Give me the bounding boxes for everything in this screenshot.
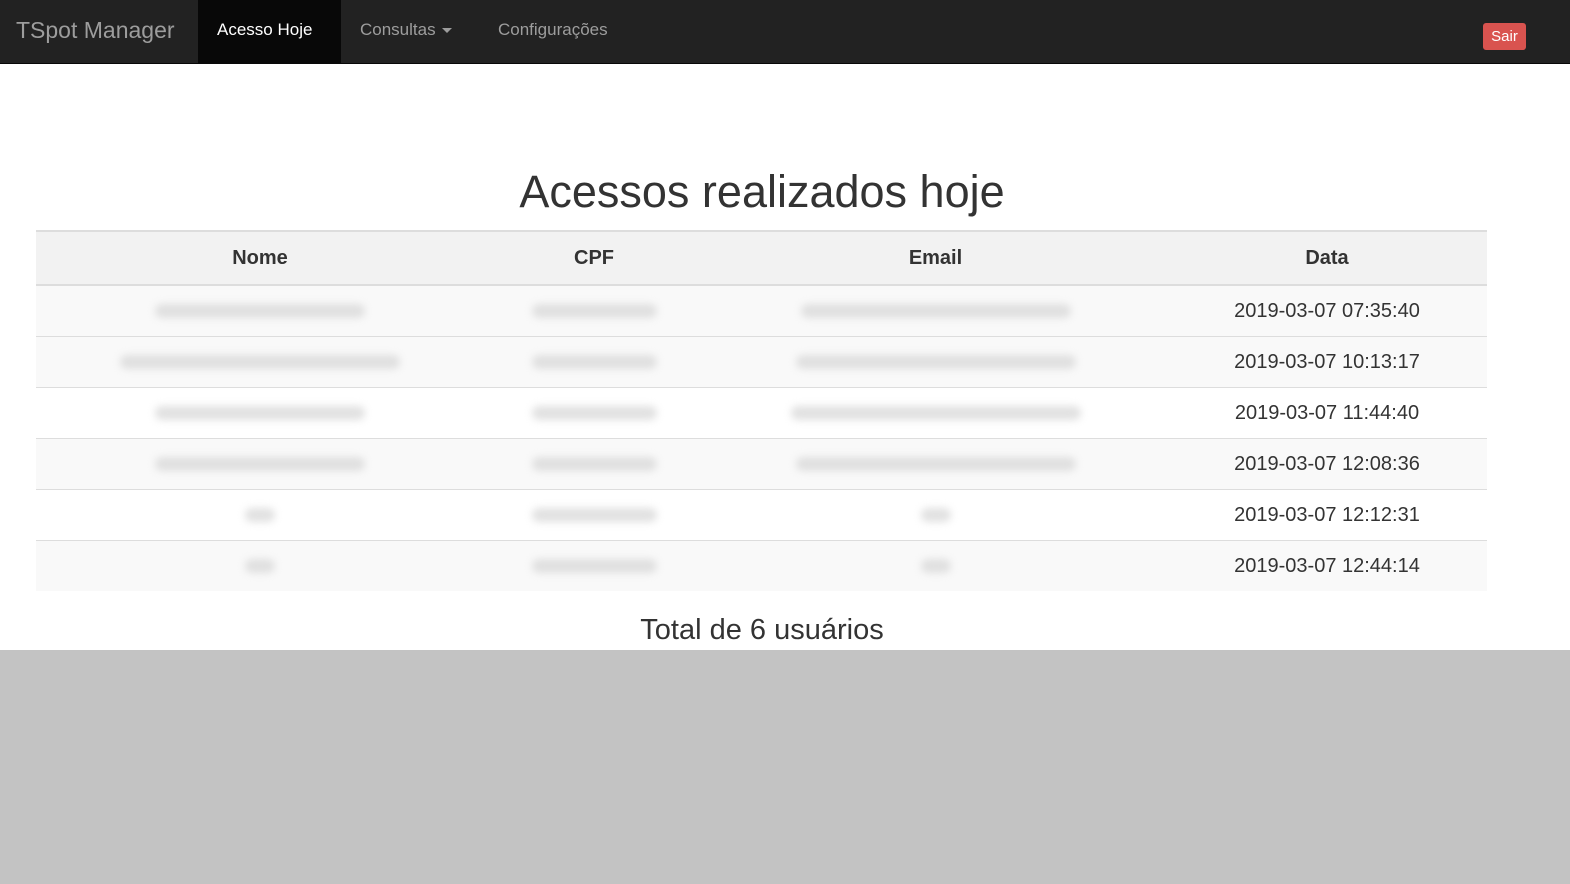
nome-cell [36, 336, 484, 388]
data-cell: 2019-03-07 07:35:40 [1167, 284, 1487, 337]
nav-item-label: Configurações [498, 20, 608, 39]
data-cell: 2019-03-07 12:12:31 [1167, 489, 1487, 541]
column-header-nome[interactable]: Nome [36, 230, 484, 286]
table-header-row: Nome CPF Email Data [36, 230, 1487, 286]
caret-down-icon [441, 28, 452, 34]
redacted-text [120, 355, 400, 370]
redacted-text [795, 355, 1076, 370]
redacted-text [531, 559, 657, 574]
redacted-text [155, 304, 365, 319]
table-row: 2019-03-07 12:44:14 [36, 540, 1487, 591]
total-users-text: Total de 6 usuários [640, 614, 884, 646]
nome-cell [36, 489, 484, 541]
cpf-cell [484, 284, 704, 337]
email-cell [704, 540, 1167, 591]
nav-item-acesso-hoje[interactable]: Acesso Hoje [198, 0, 341, 63]
data-cell: 2019-03-07 11:44:40 [1167, 387, 1487, 439]
cpf-cell [484, 387, 704, 439]
redacted-text [531, 508, 657, 523]
column-header-data[interactable]: Data [1167, 230, 1487, 286]
table-row: 2019-03-07 12:12:31 [36, 489, 1487, 541]
cpf-cell [484, 336, 704, 388]
column-header-cpf[interactable]: CPF [484, 230, 704, 286]
redacted-text [800, 304, 1071, 319]
nome-cell [36, 284, 484, 337]
nav-item-consultas[interactable]: Consultas [341, 0, 471, 63]
redacted-text [920, 508, 951, 523]
page-title: Acessos realizados hoje [519, 166, 1005, 217]
page: TSpot Manager Acesso Hoje Consultas Conf… [0, 0, 1570, 650]
logout-button[interactable]: Sair [1483, 23, 1526, 50]
redacted-text [795, 457, 1076, 472]
data-cell: 2019-03-07 12:44:14 [1167, 540, 1487, 591]
nome-cell [36, 438, 484, 490]
email-cell [704, 489, 1167, 541]
table-row: 2019-03-07 11:44:40 [36, 387, 1487, 439]
redacted-text [531, 406, 657, 421]
redacted-text [531, 457, 657, 472]
redacted-text [245, 508, 275, 523]
redacted-text [920, 559, 951, 574]
nome-cell [36, 387, 484, 439]
redacted-text [790, 406, 1081, 421]
brand-link[interactable]: TSpot Manager [16, 0, 175, 63]
redacted-text [245, 559, 275, 574]
email-cell [704, 438, 1167, 490]
email-cell [704, 336, 1167, 388]
top-navbar: TSpot Manager Acesso Hoje Consultas Conf… [0, 0, 1570, 64]
redacted-text [531, 355, 657, 370]
email-cell [704, 387, 1167, 439]
cpf-cell [484, 540, 704, 591]
cpf-cell [484, 438, 704, 490]
data-cell: 2019-03-07 10:13:17 [1167, 336, 1487, 388]
email-cell [704, 284, 1167, 337]
table-row: 2019-03-07 12:08:36 [36, 438, 1487, 490]
nav-item-configuracoes[interactable]: Configurações [479, 0, 627, 63]
data-cell: 2019-03-07 12:08:36 [1167, 438, 1487, 490]
table-row: 2019-03-07 10:13:17 [36, 336, 1487, 388]
redacted-text [155, 457, 365, 472]
access-table: Nome CPF Email Data 2019-03-07 07:35:40 … [36, 230, 1487, 591]
cpf-cell [484, 489, 704, 541]
redacted-text [531, 304, 657, 319]
nav-item-label: Consultas [360, 20, 436, 39]
nome-cell [36, 540, 484, 591]
nav-item-label: Acesso Hoje [217, 20, 313, 39]
redacted-text [155, 406, 365, 421]
column-header-email[interactable]: Email [704, 230, 1167, 286]
table-row: 2019-03-07 07:35:40 [36, 284, 1487, 337]
